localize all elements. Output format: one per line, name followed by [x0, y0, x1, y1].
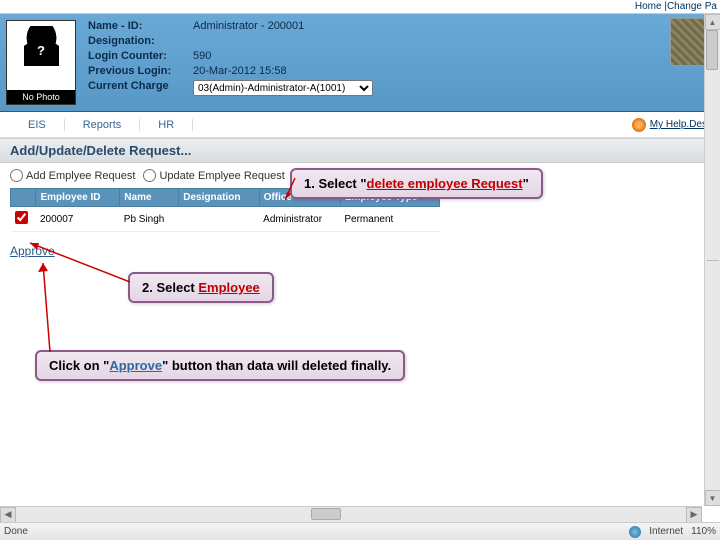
row-checkbox[interactable] [15, 211, 28, 224]
scroll-left-icon[interactable]: ◀ [0, 507, 16, 523]
cell-id: 200007 [36, 207, 120, 232]
scroll-down-icon[interactable]: ▼ [705, 490, 720, 506]
table-row: 200007 Pb Singh Administrator Permanent [11, 207, 440, 232]
tab-eis[interactable]: EIS [10, 119, 65, 131]
changepw-link[interactable]: Change Pa [667, 1, 717, 12]
tab-bar: EIS Reports HR My Help.Desk [0, 112, 720, 138]
current-charge-label: Current Charge [88, 80, 193, 96]
cell-name: Pb Singh [120, 207, 179, 232]
login-counter-value: 590 [193, 50, 211, 62]
user-header: ? No Photo Name - ID:Administrator - 200… [0, 14, 720, 112]
scroll-right-icon[interactable]: ▶ [686, 507, 702, 523]
cell-office: Administrator [259, 207, 340, 232]
cell-desg [179, 207, 259, 232]
scroll-up-icon[interactable]: ▲ [705, 14, 720, 30]
callout-1: 1. Select "delete employee Request" [290, 168, 543, 199]
th-select [11, 189, 36, 207]
callout-2: 2. Select Employee [128, 272, 274, 303]
page-title: Add/Update/Delete Request... [0, 138, 720, 163]
approve-link[interactable]: Approve [10, 244, 55, 258]
login-counter-label: Login Counter: [88, 50, 193, 62]
top-nav: Home |Change Pa [0, 0, 720, 14]
photo-question-icon: ? [37, 43, 45, 58]
tab-hr[interactable]: HR [140, 119, 193, 131]
radio-add[interactable]: Add Emplyee Request [10, 169, 135, 182]
cell-type: Permanent [340, 207, 439, 232]
photo-label: No Photo [7, 90, 75, 104]
vscroll-thumb[interactable] [706, 30, 718, 70]
home-link[interactable]: Home [635, 1, 662, 12]
horizontal-scrollbar[interactable]: ◀ ▶ [0, 506, 702, 522]
radio-update[interactable]: Update Emplyee Request [143, 169, 284, 182]
vertical-scrollbar[interactable]: ▲ ▼ [704, 14, 720, 506]
callout-3: Click on "Approve" button than data will… [35, 350, 405, 381]
th-id: Employee ID [36, 189, 120, 207]
prev-login-value: 20-Mar-2012 15:58 [193, 65, 287, 77]
arrow-3-icon [35, 260, 75, 355]
name-id-value: Administrator - 200001 [193, 20, 304, 32]
globe-icon [629, 526, 641, 538]
user-photo: ? No Photo [6, 20, 76, 105]
status-bar: Done Internet 110% [0, 522, 720, 540]
tab-reports[interactable]: Reports [65, 119, 141, 131]
current-charge-select[interactable]: 03(Admin)-Administrator-A(1001) [193, 80, 373, 96]
th-name: Name [120, 189, 179, 207]
prev-login-label: Previous Login: [88, 65, 193, 77]
status-done: Done [4, 526, 28, 537]
designation-label: Designation: [88, 35, 193, 47]
hscroll-thumb[interactable] [311, 508, 341, 520]
helpdesk-link[interactable]: My Help.Desk [632, 118, 712, 132]
status-zoom[interactable]: 110% [691, 526, 716, 537]
status-internet: Internet [649, 526, 683, 537]
th-desg: Designation [179, 189, 259, 207]
name-id-label: Name - ID: [88, 20, 193, 32]
